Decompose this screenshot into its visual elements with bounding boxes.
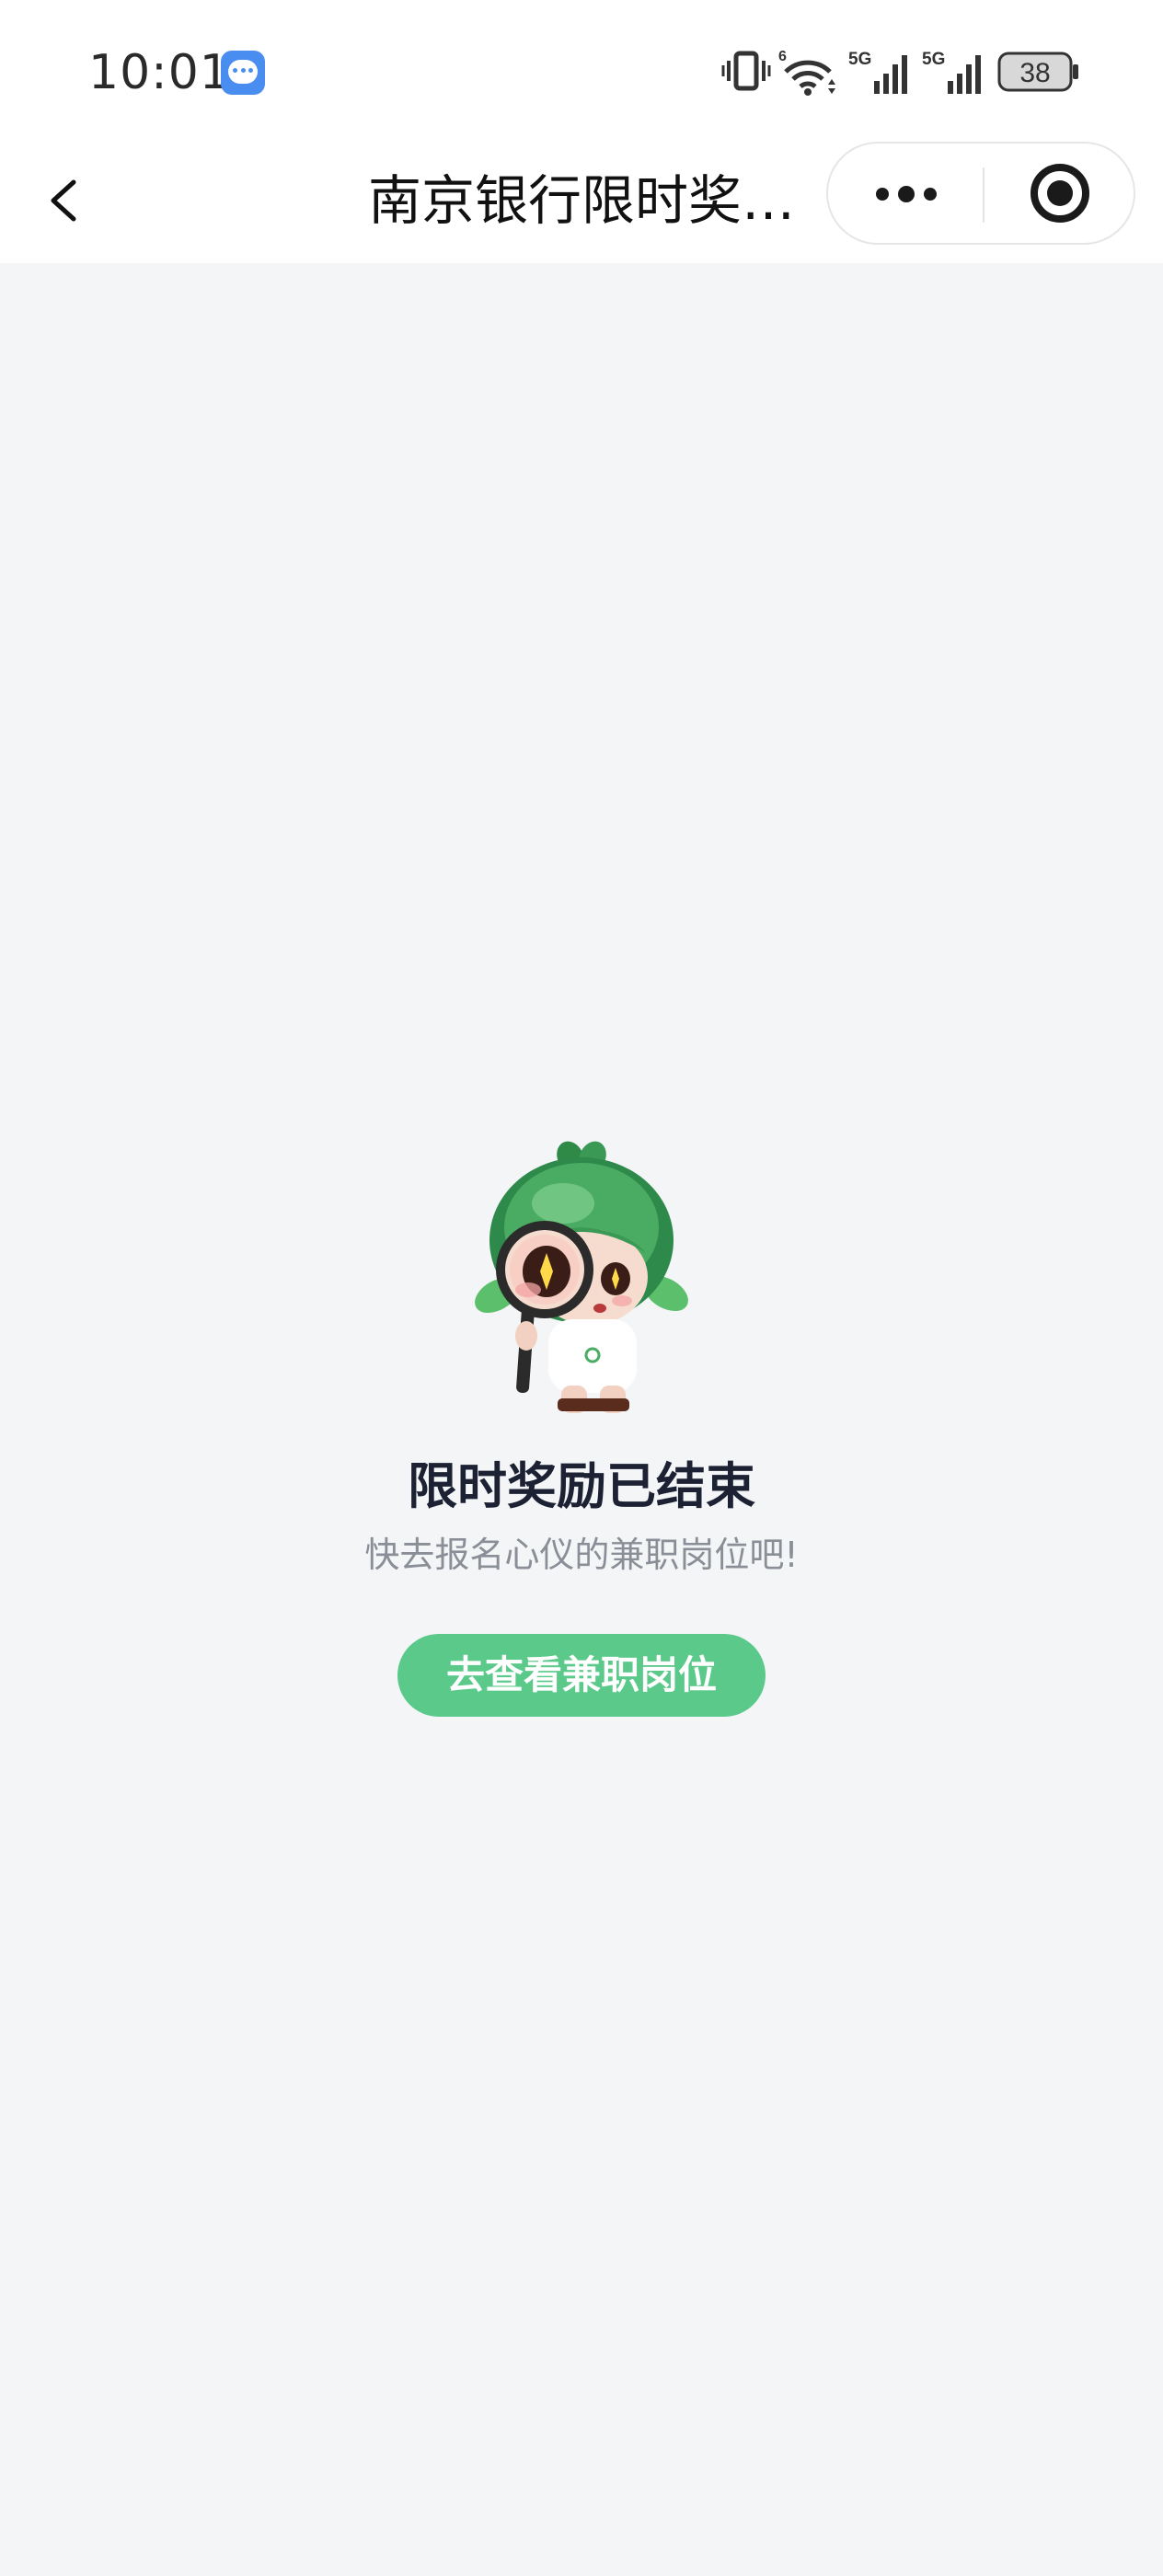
more-button[interactable] bbox=[828, 144, 983, 243]
battery-icon: 38 bbox=[997, 52, 1078, 92]
chevron-left-icon bbox=[51, 179, 76, 222]
wifi-label: 6 bbox=[778, 49, 787, 64]
status-bar: 10:01 6 5G 5G 38 bbox=[0, 0, 1163, 138]
signal-icon-1: 5G bbox=[848, 50, 907, 94]
empty-state-subtitle: 快去报名心仪的兼职岗位吧! bbox=[364, 1535, 799, 1575]
close-mini-program-button[interactable] bbox=[985, 144, 1135, 243]
nav-bar: 南京银行限时奖… bbox=[0, 138, 1163, 263]
signal-icon-2: 5G bbox=[922, 50, 981, 94]
signal-1-label: 5G bbox=[848, 50, 871, 69]
wifi-icon: 6 bbox=[778, 49, 835, 96]
mini-program-capsule bbox=[826, 142, 1135, 245]
empty-state: 限时奖励已结束 快去报名心仪的兼职岗位吧! 去查看兼职岗位 bbox=[0, 1122, 1163, 1730]
page-title: 南京银行限时奖… bbox=[368, 169, 796, 232]
mascot-magnifier-illustration bbox=[475, 1141, 688, 1413]
back-button[interactable] bbox=[33, 164, 107, 237]
signal-2-label: 5G bbox=[922, 50, 945, 69]
status-indicators: 6 5G 5G 38 bbox=[721, 44, 1080, 99]
battery-level: 38 bbox=[1019, 58, 1050, 88]
vibrate-icon bbox=[721, 51, 771, 91]
empty-state-title: 限时奖励已结束 bbox=[408, 1457, 755, 1515]
message-app-icon bbox=[221, 51, 265, 95]
view-part-time-jobs-button[interactable]: 去查看兼职岗位 bbox=[397, 1634, 766, 1717]
status-time: 10:01 bbox=[88, 45, 231, 100]
